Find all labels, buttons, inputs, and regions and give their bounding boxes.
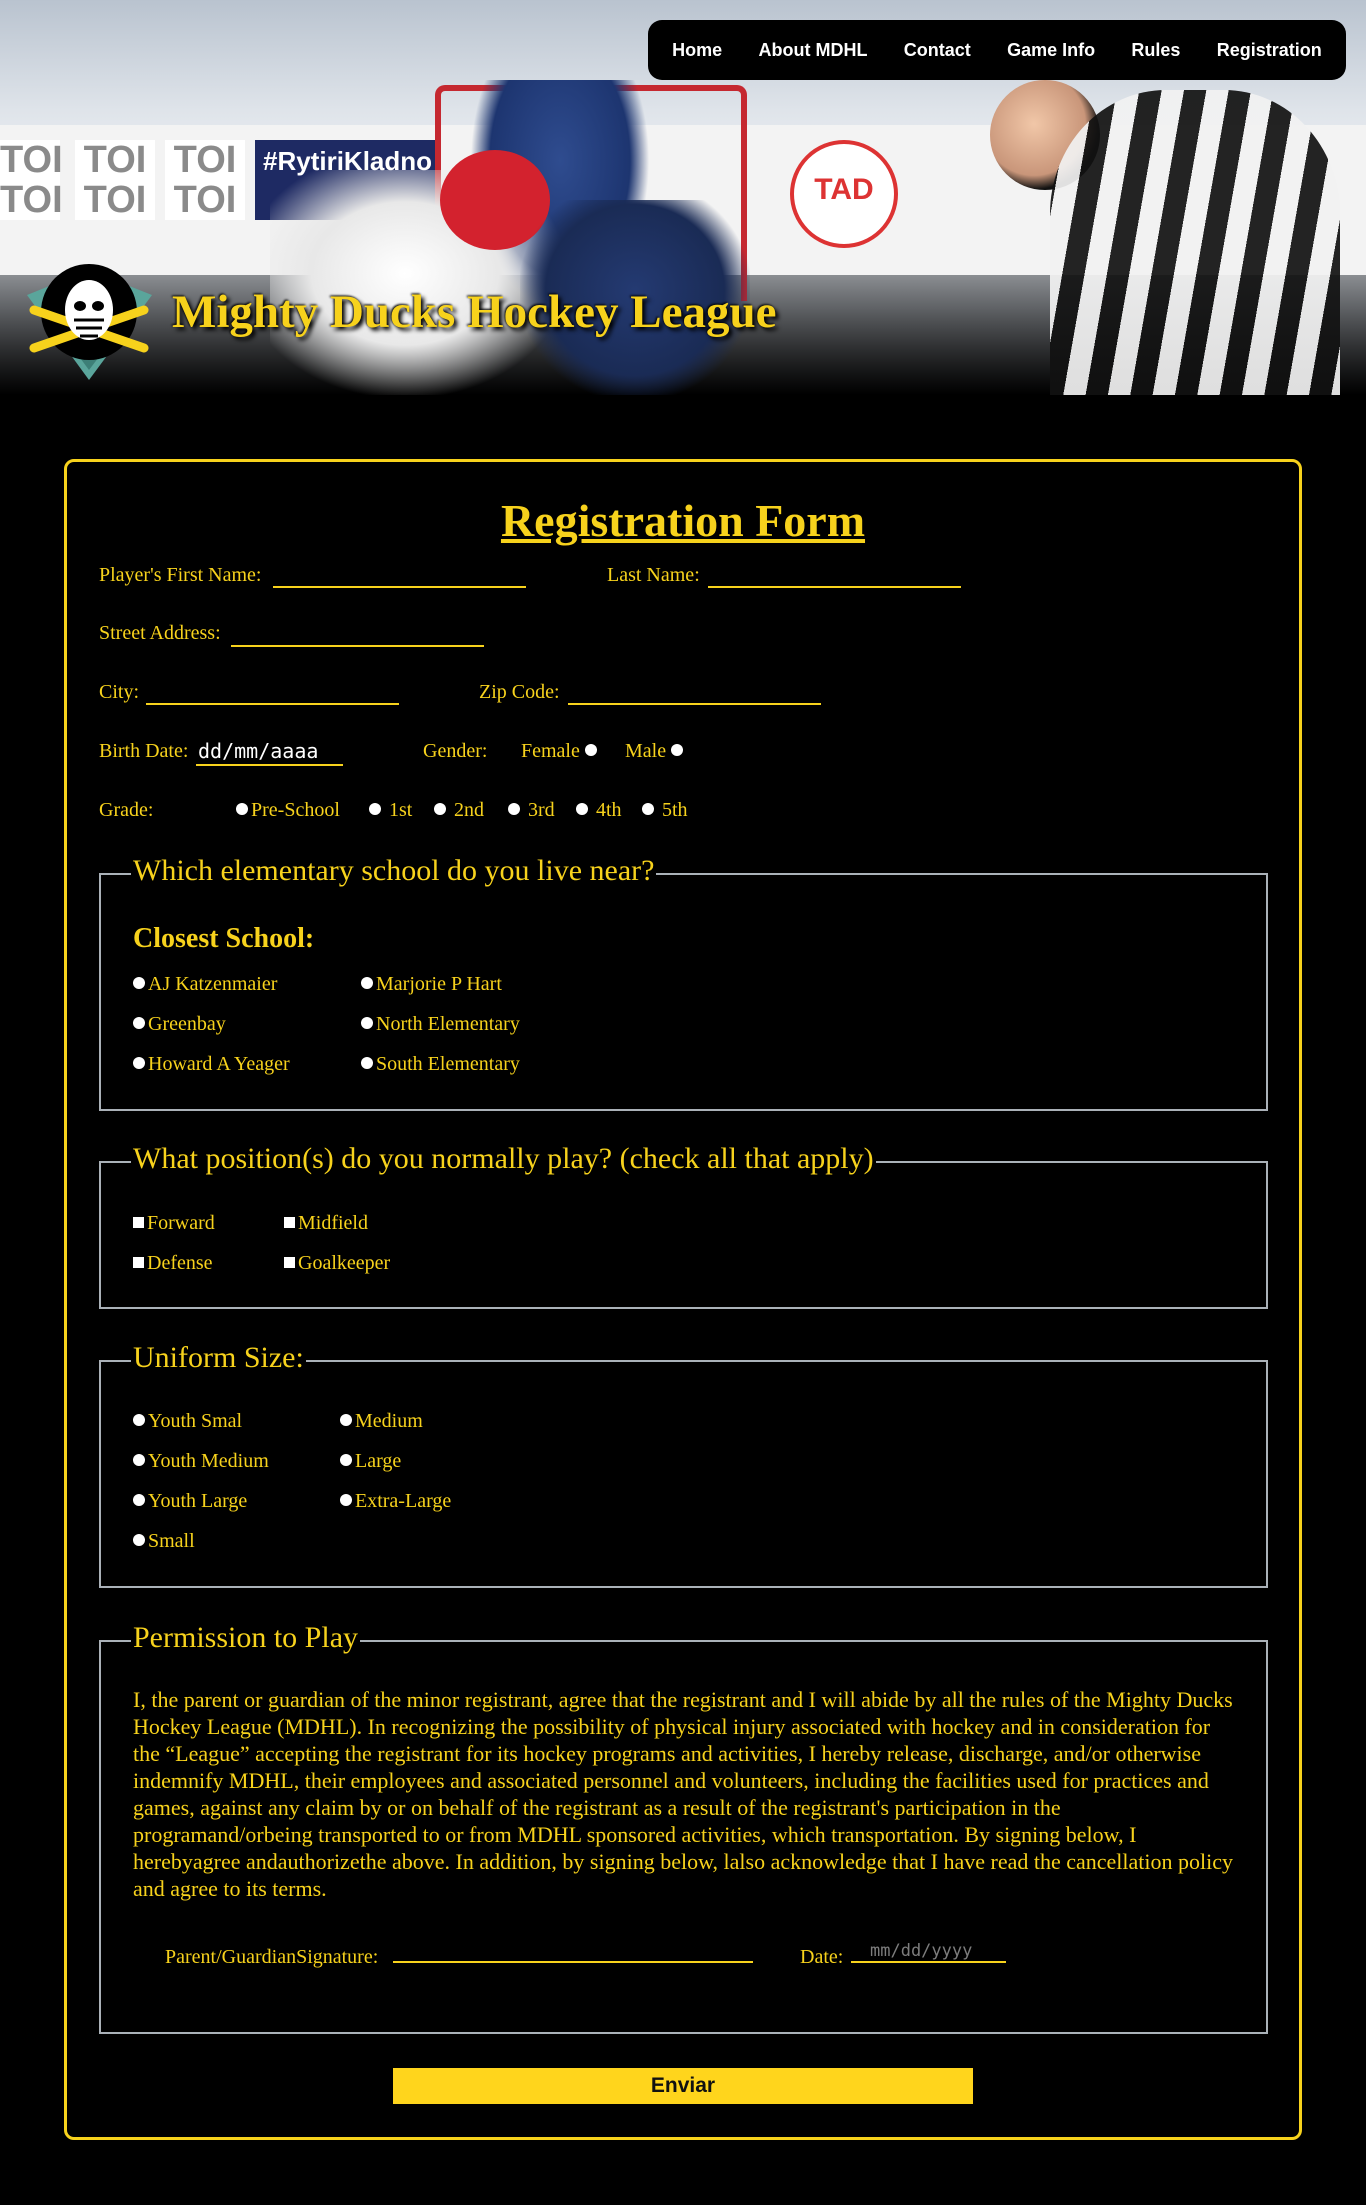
position-option[interactable]: Defense — [133, 1252, 213, 1275]
birth-date-underline — [196, 764, 343, 766]
mighty-ducks-logo-icon — [27, 264, 152, 380]
school-legend: Which elementary school do you live near… — [131, 854, 657, 888]
school-option[interactable]: Howard A Yeager — [133, 1053, 290, 1076]
uniform-legend: Uniform Size: — [131, 1341, 306, 1375]
city-label: City: — [99, 681, 140, 703]
date-input[interactable]: mm/dd/yyyy — [870, 1941, 972, 1961]
ad-board: TOI TOI — [0, 139, 63, 221]
grade-option[interactable]: 2nd — [434, 799, 484, 822]
uniform-option[interactable]: Medium — [340, 1410, 423, 1433]
signature-label: Parent/GuardianSignature: — [165, 1946, 379, 1968]
zip-code-label: Zip Code: — [479, 681, 560, 703]
first-name-label: Player's First Name: — [99, 564, 262, 586]
last-name-input[interactable] — [708, 586, 961, 588]
permission-text: I, the parent or guardian of the minor r… — [133, 1687, 1233, 1901]
school-option[interactable]: Greenbay — [133, 1013, 226, 1036]
submit-button[interactable]: Enviar — [393, 2068, 973, 2104]
ad-board: TOI TOI — [75, 140, 155, 220]
uniform-option[interactable]: Youth Medium — [133, 1450, 269, 1473]
grade-option[interactable]: 4th — [576, 799, 622, 822]
tad-logo: TAD — [790, 140, 898, 248]
main-nav: Home About MDHL Contact Game Info Rules … — [648, 20, 1346, 80]
birth-date-input[interactable]: dd/mm/aaaa — [198, 739, 318, 763]
radio-female[interactable] — [584, 744, 597, 757]
nav-about[interactable]: About MDHL — [758, 40, 867, 61]
zip-code-input[interactable] — [568, 703, 821, 705]
school-option[interactable]: Marjorie P Hart — [361, 973, 502, 996]
position-option[interactable]: Forward — [133, 1212, 215, 1235]
grade-option[interactable]: 3rd — [508, 799, 555, 822]
school-option[interactable]: North Elementary — [361, 1013, 520, 1036]
signature-input[interactable] — [393, 1961, 753, 1963]
uniform-fieldset — [99, 1360, 1268, 1588]
uniform-option[interactable]: Extra-Large — [340, 1490, 451, 1513]
first-name-input[interactable] — [273, 586, 526, 588]
position-option[interactable]: Goalkeeper — [284, 1252, 390, 1275]
referee-figure — [1050, 90, 1340, 395]
gender-male-option[interactable]: Male — [625, 740, 686, 763]
date-underline — [851, 1961, 1006, 1963]
grade-option[interactable]: Pre-School — [236, 799, 340, 822]
form-title: Registration Form — [500, 495, 866, 546]
nav-registration[interactable]: Registration — [1217, 40, 1322, 61]
closest-school-heading: Closest School: — [133, 923, 315, 954]
grade-option[interactable]: 5th — [642, 799, 688, 822]
street-address-input[interactable] — [231, 645, 484, 647]
birth-date-label: Birth Date: — [99, 740, 189, 762]
permission-legend: Permission to Play — [131, 1621, 361, 1655]
nav-rules[interactable]: Rules — [1131, 40, 1180, 61]
school-option[interactable]: AJ Katzenmaier — [133, 973, 277, 996]
site-title: Mighty Ducks Hockey League — [172, 286, 777, 338]
uniform-option[interactable]: Large — [340, 1450, 401, 1473]
school-option[interactable]: South Elementary — [361, 1053, 520, 1076]
date-label: Date: — [800, 1946, 844, 1968]
city-input[interactable] — [146, 703, 399, 705]
street-address-label: Street Address: — [99, 622, 221, 644]
grade-label: Grade: — [99, 799, 154, 821]
uniform-option[interactable]: Youth Large — [133, 1490, 247, 1513]
nav-game-info[interactable]: Game Info — [1007, 40, 1095, 61]
radio-male[interactable] — [671, 744, 684, 757]
position-legend: What position(s) do you normally play? (… — [131, 1142, 876, 1176]
position-fieldset — [99, 1161, 1268, 1309]
uniform-option[interactable]: Small — [133, 1530, 195, 1553]
gender-female-option[interactable]: Female — [521, 740, 600, 763]
nav-contact[interactable]: Contact — [904, 40, 971, 61]
position-option[interactable]: Midfield — [284, 1212, 368, 1235]
uniform-option[interactable]: Youth Smal — [133, 1410, 242, 1433]
nav-home[interactable]: Home — [672, 40, 722, 61]
grade-option[interactable]: 1st — [369, 799, 412, 822]
gender-label: Gender: — [423, 740, 488, 762]
last-name-label: Last Name: — [607, 564, 700, 586]
ad-board: TOI TOI — [165, 140, 245, 220]
